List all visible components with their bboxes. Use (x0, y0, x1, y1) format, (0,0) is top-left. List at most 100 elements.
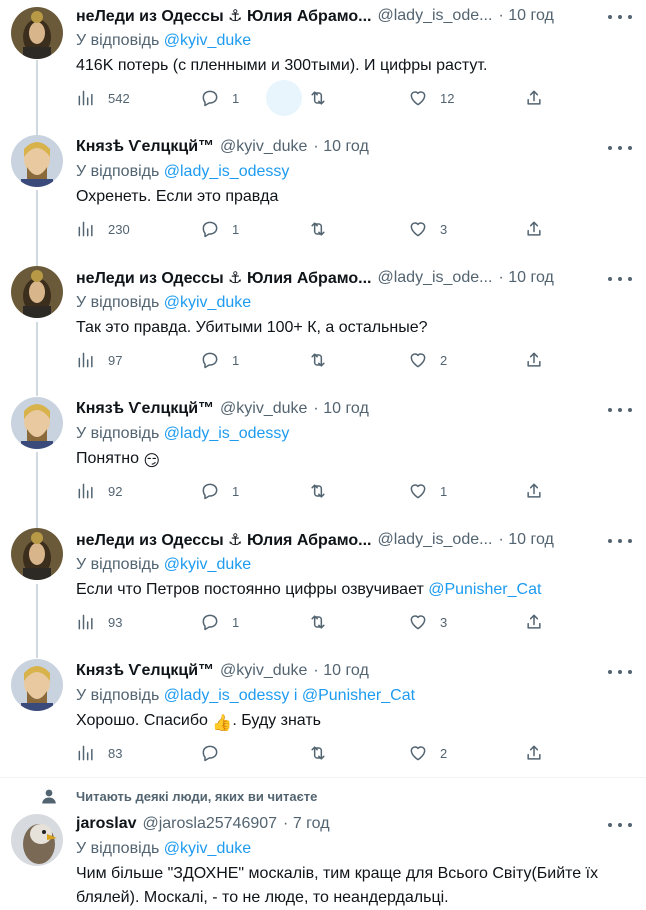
tweet[interactable]: Князѣ Ѵелцкцй™ @kyiv_duke · 10 год У від… (0, 659, 646, 777)
reply-to-line: У відповідь @lady_is_odessy (76, 425, 290, 442)
smirk-emoji: 😏 (143, 453, 161, 470)
mention-link[interactable]: @Punisher_Cat (428, 581, 541, 598)
display-name[interactable]: неЛеди из Одессы ⚓ Юлия Абрамо... (76, 268, 371, 288)
handle[interactable]: @lady_is_ode... (377, 7, 492, 25)
reply-button[interactable]: 1 (200, 86, 239, 110)
action-bar: 230 1 3 (76, 217, 546, 241)
reply-button[interactable] (200, 741, 232, 765)
avatar-kyiv-duke[interactable] (11, 659, 63, 711)
display-name[interactable]: Князѣ Ѵелцкцй™ (76, 662, 214, 680)
share-button[interactable] (524, 86, 544, 110)
timestamp[interactable]: · 10 год (498, 531, 553, 549)
timestamp[interactable]: · 10 год (498, 7, 553, 25)
handle[interactable]: @jarosla25746907 (142, 815, 277, 833)
views-button[interactable]: 93 (76, 610, 122, 634)
more-options-icon[interactable] (608, 405, 632, 415)
display-name[interactable]: Князѣ Ѵелцкцй™ (76, 138, 214, 156)
display-name[interactable]: Князѣ Ѵелцкцй™ (76, 400, 214, 418)
like-button[interactable]: 2 (408, 741, 447, 765)
share-icon (527, 352, 541, 367)
share-button[interactable] (524, 348, 544, 372)
timestamp[interactable]: · 10 год (498, 269, 553, 287)
reply-button[interactable]: 1 (200, 479, 239, 503)
reply-button[interactable]: 1 (200, 348, 239, 372)
reply-icon (202, 745, 218, 762)
avatar-jaroslav[interactable] (11, 814, 63, 866)
views-button[interactable]: 542 (76, 86, 130, 110)
handle[interactable]: @kyiv_duke (220, 138, 307, 156)
like-button[interactable]: 3 (408, 217, 447, 241)
handle[interactable]: @lady_is_ode... (377, 531, 492, 549)
display-name[interactable]: jaroslav (76, 815, 136, 833)
like-button[interactable]: 12 (408, 86, 454, 110)
heart-icon (410, 615, 426, 630)
mention-link[interactable]: @Punisher_Cat (302, 687, 415, 704)
share-button[interactable] (524, 741, 544, 765)
views-button[interactable]: 230 (76, 217, 130, 241)
timestamp[interactable]: · 10 год (313, 138, 368, 156)
share-icon (527, 614, 541, 629)
retweet-icon (311, 484, 325, 498)
more-options-icon[interactable] (608, 274, 632, 284)
divider (0, 777, 646, 778)
retweet-button[interactable] (308, 741, 340, 765)
reply-to-line: У відповідь @lady_is_odessy і @Punisher_… (76, 687, 416, 704)
mention-link[interactable]: @kyiv_duke (164, 294, 251, 311)
like-button[interactable]: 2 (408, 348, 447, 372)
retweet-icon (311, 222, 325, 236)
avatar-lady[interactable] (11, 7, 63, 59)
handle[interactable]: @kyiv_duke (220, 400, 307, 418)
views-icon (78, 483, 93, 499)
more-options-icon[interactable] (608, 820, 632, 830)
like-button[interactable]: 3 (408, 610, 447, 634)
more-options-icon[interactable] (608, 12, 632, 22)
timestamp[interactable]: · 7 год (283, 815, 329, 833)
tweet[interactable]: неЛеди из Одессы ⚓ Юлия Абрамо... @lady_… (0, 266, 646, 384)
tweet[interactable]: Князѣ Ѵелцкцй™ @kyiv_duke · 10 год У від… (0, 397, 646, 515)
share-button[interactable] (524, 479, 544, 503)
tweet[interactable]: неЛеди из Одессы ⚓ Юлия Абрамо... @lady_… (0, 528, 646, 646)
views-button[interactable]: 92 (76, 479, 122, 503)
mention-link[interactable]: @lady_is_odessy (164, 163, 290, 180)
views-button[interactable]: 83 (76, 741, 122, 765)
heart-icon (410, 91, 426, 106)
reply-button[interactable]: 1 (200, 610, 239, 634)
handle[interactable]: @kyiv_duke (220, 662, 307, 680)
tweet[interactable]: неЛеди из Одессы ⚓ Юлия Абрамо... @lady_… (0, 4, 646, 122)
display-name[interactable]: неЛеди из Одессы ⚓ Юлия Абрамо... (76, 6, 371, 26)
reply-button[interactable]: 1 (200, 217, 239, 241)
avatar-lady[interactable] (11, 528, 63, 580)
mention-link[interactable]: @kyiv_duke (164, 556, 251, 573)
more-options-icon[interactable] (608, 667, 632, 677)
tweet[interactable]: Князѣ Ѵелцкцй™ @kyiv_duke · 10 год У від… (0, 135, 646, 253)
retweet-icon (311, 746, 325, 760)
more-options-icon[interactable] (608, 143, 632, 153)
share-button[interactable] (524, 217, 544, 241)
views-button[interactable]: 97 (76, 348, 122, 372)
avatar-kyiv-duke[interactable] (11, 397, 63, 449)
timestamp[interactable]: · 10 год (313, 400, 368, 418)
retweet-button[interactable] (308, 348, 340, 372)
retweet-button[interactable] (308, 86, 340, 110)
mention-link[interactable]: @kyiv_duke (164, 840, 251, 857)
reply-icon (202, 483, 218, 500)
mention-link[interactable]: @kyiv_duke (164, 32, 251, 49)
avatar-kyiv-duke[interactable] (11, 135, 63, 187)
action-bar: 542 1 12 (76, 80, 546, 116)
retweet-button[interactable] (308, 217, 340, 241)
mention-link[interactable]: @lady_is_odessy (164, 425, 290, 442)
share-icon (527, 745, 541, 760)
timestamp[interactable]: · 10 год (313, 662, 368, 680)
display-name[interactable]: неЛеди из Одессы ⚓ Юлия Абрамо... (76, 530, 371, 550)
person-icon (42, 789, 56, 804)
retweet-button[interactable] (308, 479, 340, 503)
more-options-icon[interactable] (608, 536, 632, 546)
mention-link[interactable]: @lady_is_odessy (164, 687, 290, 704)
avatar-lady[interactable] (11, 266, 63, 318)
like-button[interactable]: 1 (408, 479, 447, 503)
handle[interactable]: @lady_is_ode... (377, 269, 492, 287)
retweet-button[interactable] (308, 610, 340, 634)
share-button[interactable] (524, 610, 544, 634)
tweet[interactable]: jaroslav @jarosla25746907 · 7 год У відп… (0, 812, 646, 906)
social-context: Читають деякі люди, яких ви читаєте (76, 789, 318, 804)
